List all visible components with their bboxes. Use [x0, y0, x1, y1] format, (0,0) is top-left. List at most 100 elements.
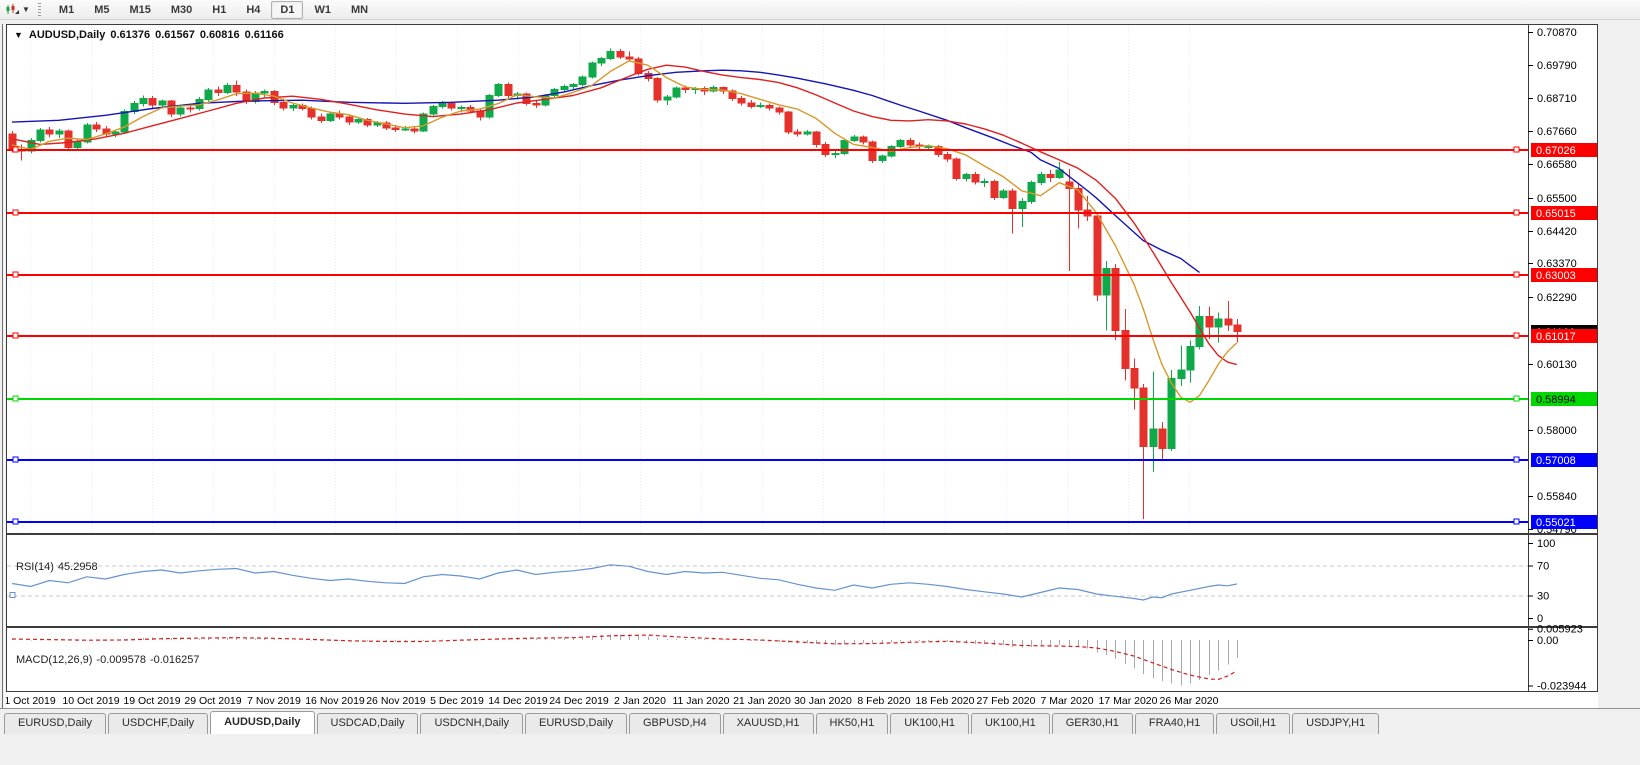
- chart-window: 0.70870 0.69790 0.68710 0.67660 0.66580 0.655…: [4, 24, 1598, 708]
- candle-body: [307, 108, 316, 118]
- candle-body: [784, 111, 793, 133]
- price-tick-label: 0.64420: [1537, 226, 1577, 238]
- hline-price-badge-label: 0.55021: [1536, 517, 1576, 529]
- candle-body: [896, 139, 905, 148]
- candle-body: [962, 173, 971, 179]
- timeframe-W1[interactable]: W1: [305, 1, 340, 19]
- chart-tab-usoil-h1[interactable]: USOil,H1: [1216, 713, 1291, 734]
- candle-body: [447, 102, 456, 109]
- chart-tab-gbpusd-h4[interactable]: GBPUSD,H4: [629, 713, 721, 734]
- hline-handle-left[interactable]: [12, 146, 19, 153]
- timeframe-M15[interactable]: M15: [120, 1, 159, 19]
- candle-body: [36, 129, 45, 141]
- candle-body: [223, 85, 232, 93]
- chart-background[interactable]: [6, 24, 1598, 708]
- date-label: 29 Oct 2019: [184, 695, 241, 707]
- hline-handle-right[interactable]: [1513, 271, 1520, 278]
- candle-body: [214, 89, 223, 93]
- chart-type-button[interactable]: ▼: [3, 2, 32, 17]
- chart-tab-audusd-daily[interactable]: AUDUSD,Daily: [210, 711, 315, 734]
- rsi-tick-label: 70: [1537, 561, 1549, 573]
- candle-body: [1037, 173, 1046, 184]
- chart-tab-fra40-h1[interactable]: FRA40,H1: [1134, 713, 1215, 734]
- timeframe-M5[interactable]: M5: [85, 1, 118, 19]
- candle-body: [1149, 428, 1158, 448]
- candle-body: [859, 136, 868, 143]
- price-chart-canvas[interactable]: 0.70870 0.69790 0.68710 0.67660 0.66580 0.655…: [4, 24, 1598, 708]
- chart-tab-usdcnh-daily[interactable]: USDCNH,Daily: [420, 713, 524, 734]
- candle-body: [317, 116, 326, 121]
- hline-handle-left[interactable]: [12, 456, 19, 463]
- rsi-level-handle[interactable]: [9, 592, 16, 598]
- timeframe-M1[interactable]: M1: [50, 1, 83, 19]
- chart-tab-usdcad-daily[interactable]: USDCAD,Daily: [316, 713, 419, 734]
- candle-body: [345, 116, 354, 123]
- chart-tab-eurusd-daily[interactable]: EURUSD,Daily: [525, 713, 627, 734]
- hline-handle-right[interactable]: [1513, 456, 1520, 463]
- chart-tab-xauusd-h1[interactable]: XAUUSD,H1: [722, 713, 814, 734]
- hline-handle-left[interactable]: [12, 518, 19, 525]
- candle-body: [747, 102, 756, 107]
- candle-body: [429, 105, 438, 115]
- hline-handle-right[interactable]: [1513, 395, 1520, 402]
- candle-body: [1224, 318, 1233, 326]
- candle-body: [457, 106, 466, 109]
- hline-handle-left[interactable]: [12, 271, 19, 278]
- candle-body: [906, 139, 915, 146]
- candle-body: [831, 153, 840, 156]
- candle-body: [765, 104, 774, 109]
- hline-handle-right[interactable]: [1513, 518, 1520, 525]
- hline-price-badge-label: 0.57008: [1536, 455, 1576, 467]
- candle-body: [672, 87, 681, 98]
- candle-body: [1177, 369, 1186, 380]
- candle-body: [176, 107, 185, 115]
- candle-body: [634, 58, 643, 74]
- candle-body: [980, 181, 989, 184]
- candle-body: [878, 155, 887, 161]
- date-label: 14 Dec 2019: [488, 695, 548, 707]
- chart-tab-uk100-h1[interactable]: UK100,H1: [970, 713, 1050, 734]
- candle-body: [279, 101, 288, 109]
- date-label: 17 Mar 2020: [1099, 695, 1158, 707]
- timeframe-D1[interactable]: D1: [271, 0, 304, 19]
- chevron-down-icon[interactable]: ▼: [22, 5, 30, 14]
- hline-handle-left[interactable]: [12, 332, 19, 339]
- chart-tab-ger30-h1[interactable]: GER30,H1: [1051, 713, 1133, 734]
- symbol-collapse-icon[interactable]: ▼: [14, 30, 23, 40]
- candle-body: [120, 111, 129, 133]
- chart-tab-usdchf-daily[interactable]: USDCHF,Daily: [107, 713, 209, 734]
- chart-tab-uk100-h1[interactable]: UK100,H1: [890, 713, 969, 734]
- date-label: 11 Jan 2020: [672, 695, 729, 707]
- timeframe-H4[interactable]: H4: [237, 1, 269, 19]
- candle-body: [289, 105, 298, 109]
- hline-handle-right[interactable]: [1513, 209, 1520, 216]
- price-tick-label: 0.67660: [1537, 126, 1577, 138]
- hline-handle-left[interactable]: [12, 209, 19, 216]
- timeframe-M30[interactable]: M30: [162, 1, 201, 19]
- hline-price-badge-label: 0.63003: [1536, 270, 1576, 282]
- candle-body: [204, 89, 213, 100]
- hline-price-badge-label: 0.61017: [1536, 331, 1576, 343]
- candle-body: [653, 78, 662, 101]
- candle-body: [1233, 324, 1242, 333]
- candle-body: [1111, 268, 1120, 332]
- candle-body: [1167, 378, 1176, 450]
- date-label: 26 Mar 2020: [1160, 695, 1219, 707]
- chart-tab-hk50-h1[interactable]: HK50,H1: [815, 713, 889, 734]
- price-tick-label: 0.65500: [1537, 193, 1577, 205]
- hline-handle-right[interactable]: [1513, 146, 1520, 153]
- chart-tab-usdjpy-h1[interactable]: USDJPY,H1: [1292, 713, 1380, 734]
- chart-tab-eurusd-daily[interactable]: EURUSD,Daily: [4, 713, 106, 734]
- hline-handle-right[interactable]: [1513, 332, 1520, 339]
- date-label: 16 Nov 2019: [305, 695, 365, 707]
- timeframe-H1[interactable]: H1: [203, 1, 235, 19]
- price-tick-label: 0.69790: [1537, 60, 1577, 72]
- hline-handle-left[interactable]: [12, 395, 19, 402]
- date-label: 19 Oct 2019: [123, 695, 180, 707]
- toolbar-grip[interactable]: [37, 2, 41, 17]
- chart-type-icon: [6, 4, 19, 14]
- date-label: 21 Jan 2020: [733, 695, 791, 707]
- candle-body: [391, 127, 400, 131]
- chart-tab-bar: EURUSD,Daily USDCHF,Daily AUDUSD,Daily USDC…: [0, 708, 1640, 734]
- timeframe-MN[interactable]: MN: [342, 1, 377, 19]
